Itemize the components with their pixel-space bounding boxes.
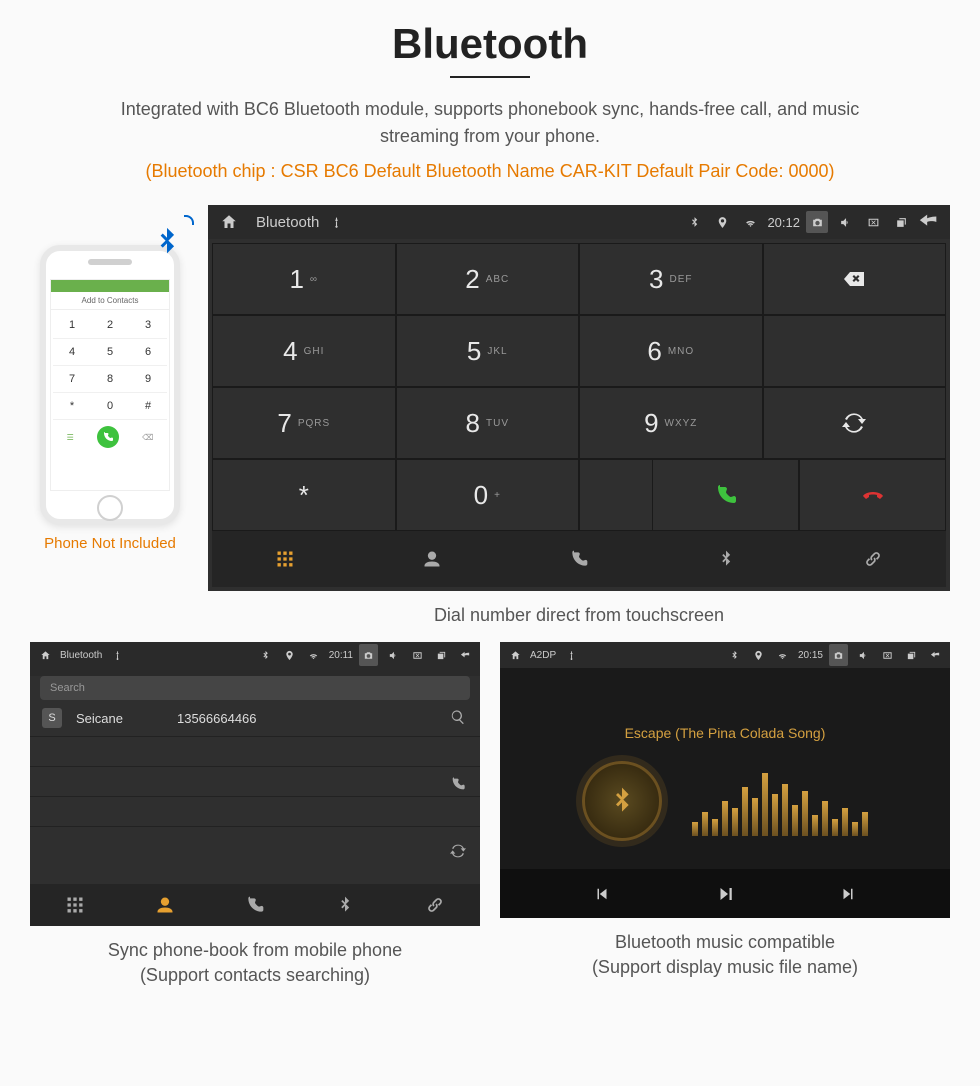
phonebook-caption: Sync phone-book from mobile phone (Suppo… <box>30 938 480 988</box>
volume-icon[interactable] <box>384 644 402 666</box>
tab-contacts[interactable] <box>359 531 506 587</box>
contact-row[interactable]: S Seicane 13566664466 <box>30 700 480 737</box>
key-0[interactable]: 0+ <box>396 459 580 531</box>
smartphone-mockup: Add to Contacts 123 456 789 *0# ☰ ⌫ <box>40 245 180 525</box>
tab-recent[interactable] <box>506 531 653 587</box>
app-title: Bluetooth <box>256 214 319 231</box>
camera-icon[interactable] <box>359 644 378 666</box>
song-title: Escape (The Pina Colada Song) <box>625 725 826 741</box>
title-underline <box>450 76 530 78</box>
wifi-icon <box>305 644 323 666</box>
dialpad-caption: Dial number direct from touchscreen <box>208 603 950 628</box>
clock: 20:11 <box>329 650 353 661</box>
location-icon <box>750 644 768 666</box>
key-2[interactable]: 2ABC <box>396 243 580 315</box>
hero-description: Integrated with BC6 Bluetooth module, su… <box>80 96 900 150</box>
clock: 20:12 <box>767 211 800 233</box>
recent-apps-icon[interactable] <box>890 211 912 233</box>
tab-bluetooth[interactable] <box>300 884 390 926</box>
usb-icon <box>325 211 347 233</box>
call-icon[interactable] <box>450 775 466 793</box>
recent-apps-icon[interactable] <box>902 644 920 666</box>
prev-button[interactable] <box>593 883 611 904</box>
search-input[interactable]: Search <box>40 676 470 700</box>
home-icon[interactable] <box>36 644 54 666</box>
statusbar: Bluetooth 20:12 <box>208 205 950 239</box>
music-caption: Bluetooth music compatible (Support disp… <box>500 930 950 980</box>
bluetooth-status-icon <box>257 644 275 666</box>
tab-pair[interactable] <box>799 531 946 587</box>
usb-icon <box>562 644 580 666</box>
statusbar: A2DP 20:15 <box>500 642 950 668</box>
close-icon[interactable] <box>408 644 426 666</box>
key-6[interactable]: 6MNO <box>579 315 763 387</box>
app-title: A2DP <box>530 650 556 661</box>
key-5[interactable]: 5JKL <box>396 315 580 387</box>
next-button[interactable] <box>839 883 857 904</box>
clock: 20:15 <box>798 650 823 661</box>
key-star[interactable]: * <box>212 459 396 531</box>
hangup-button[interactable] <box>799 459 946 531</box>
tab-dialpad[interactable] <box>212 531 359 587</box>
album-art-bluetooth-icon <box>582 761 662 841</box>
tab-bluetooth[interactable] <box>652 531 799 587</box>
key-3[interactable]: 3DEF <box>579 243 763 315</box>
back-icon[interactable] <box>926 644 944 666</box>
visualizer <box>692 766 868 836</box>
tab-pair[interactable] <box>390 884 480 926</box>
bluetooth-chip-info: (Bluetooth chip : CSR BC6 Default Blueto… <box>30 158 950 185</box>
add-contacts-label: Add to Contacts <box>51 292 169 310</box>
back-icon[interactable] <box>456 644 474 666</box>
contact-number: 13566664466 <box>177 711 257 726</box>
bluetooth-status-icon <box>726 644 744 666</box>
music-controls <box>500 869 950 918</box>
page-title: Bluetooth <box>30 20 950 68</box>
music-panel: A2DP 20:15 Escape (The Pina Colada Song) <box>500 642 950 918</box>
phone-call-icon <box>97 426 119 448</box>
tab-dialpad[interactable] <box>30 884 120 926</box>
key-8[interactable]: 8TUV <box>396 387 580 459</box>
tab-contacts[interactable] <box>120 884 210 926</box>
contact-avatar: S <box>42 708 62 728</box>
phone-not-included-label: Phone Not Included <box>30 535 190 552</box>
phone-dialpad: 123 456 789 *0# <box>51 310 169 422</box>
key-7[interactable]: 7PQRS <box>212 387 396 459</box>
volume-icon[interactable] <box>854 644 872 666</box>
back-icon[interactable] <box>918 211 940 233</box>
location-icon <box>281 644 299 666</box>
call-button[interactable] <box>652 459 799 531</box>
empty-cell <box>763 315 947 387</box>
tab-recent[interactable] <box>210 884 300 926</box>
sync-button[interactable] <box>763 387 947 459</box>
search-icon[interactable] <box>450 709 466 727</box>
wifi-icon <box>774 644 792 666</box>
close-icon[interactable] <box>878 644 896 666</box>
camera-icon[interactable] <box>806 211 828 233</box>
bottom-tabs <box>212 531 946 587</box>
statusbar: Bluetooth 20:11 <box>30 642 480 668</box>
recent-apps-icon[interactable] <box>432 644 450 666</box>
bluetooth-icon <box>150 221 184 260</box>
phonebook-panel: Bluetooth 20:11 Search S Seicane 1356666… <box>30 642 480 926</box>
contact-name: Seicane <box>76 711 123 726</box>
backspace-button[interactable] <box>763 243 947 315</box>
home-icon[interactable] <box>218 211 240 233</box>
play-pause-button[interactable] <box>716 883 734 904</box>
location-icon <box>711 211 733 233</box>
volume-icon[interactable] <box>834 211 856 233</box>
key-1[interactable]: 1∞ <box>212 243 396 315</box>
phone-mockup-column: Add to Contacts 123 456 789 *0# ☰ ⌫ Phon… <box>30 205 190 552</box>
bluetooth-status-icon <box>683 211 705 233</box>
wifi-icon <box>739 211 761 233</box>
key-4[interactable]: 4GHI <box>212 315 396 387</box>
app-title: Bluetooth <box>60 650 102 661</box>
dialpad: 1∞ 2ABC 3DEF 4GHI 5JKL 6MNO 7PQRS 8TUV 9… <box>208 239 950 591</box>
key-9[interactable]: 9WXYZ <box>579 387 763 459</box>
home-icon[interactable] <box>506 644 524 666</box>
usb-icon <box>108 644 126 666</box>
camera-icon[interactable] <box>829 644 848 666</box>
close-icon[interactable] <box>862 211 884 233</box>
sync-icon[interactable] <box>450 842 466 860</box>
